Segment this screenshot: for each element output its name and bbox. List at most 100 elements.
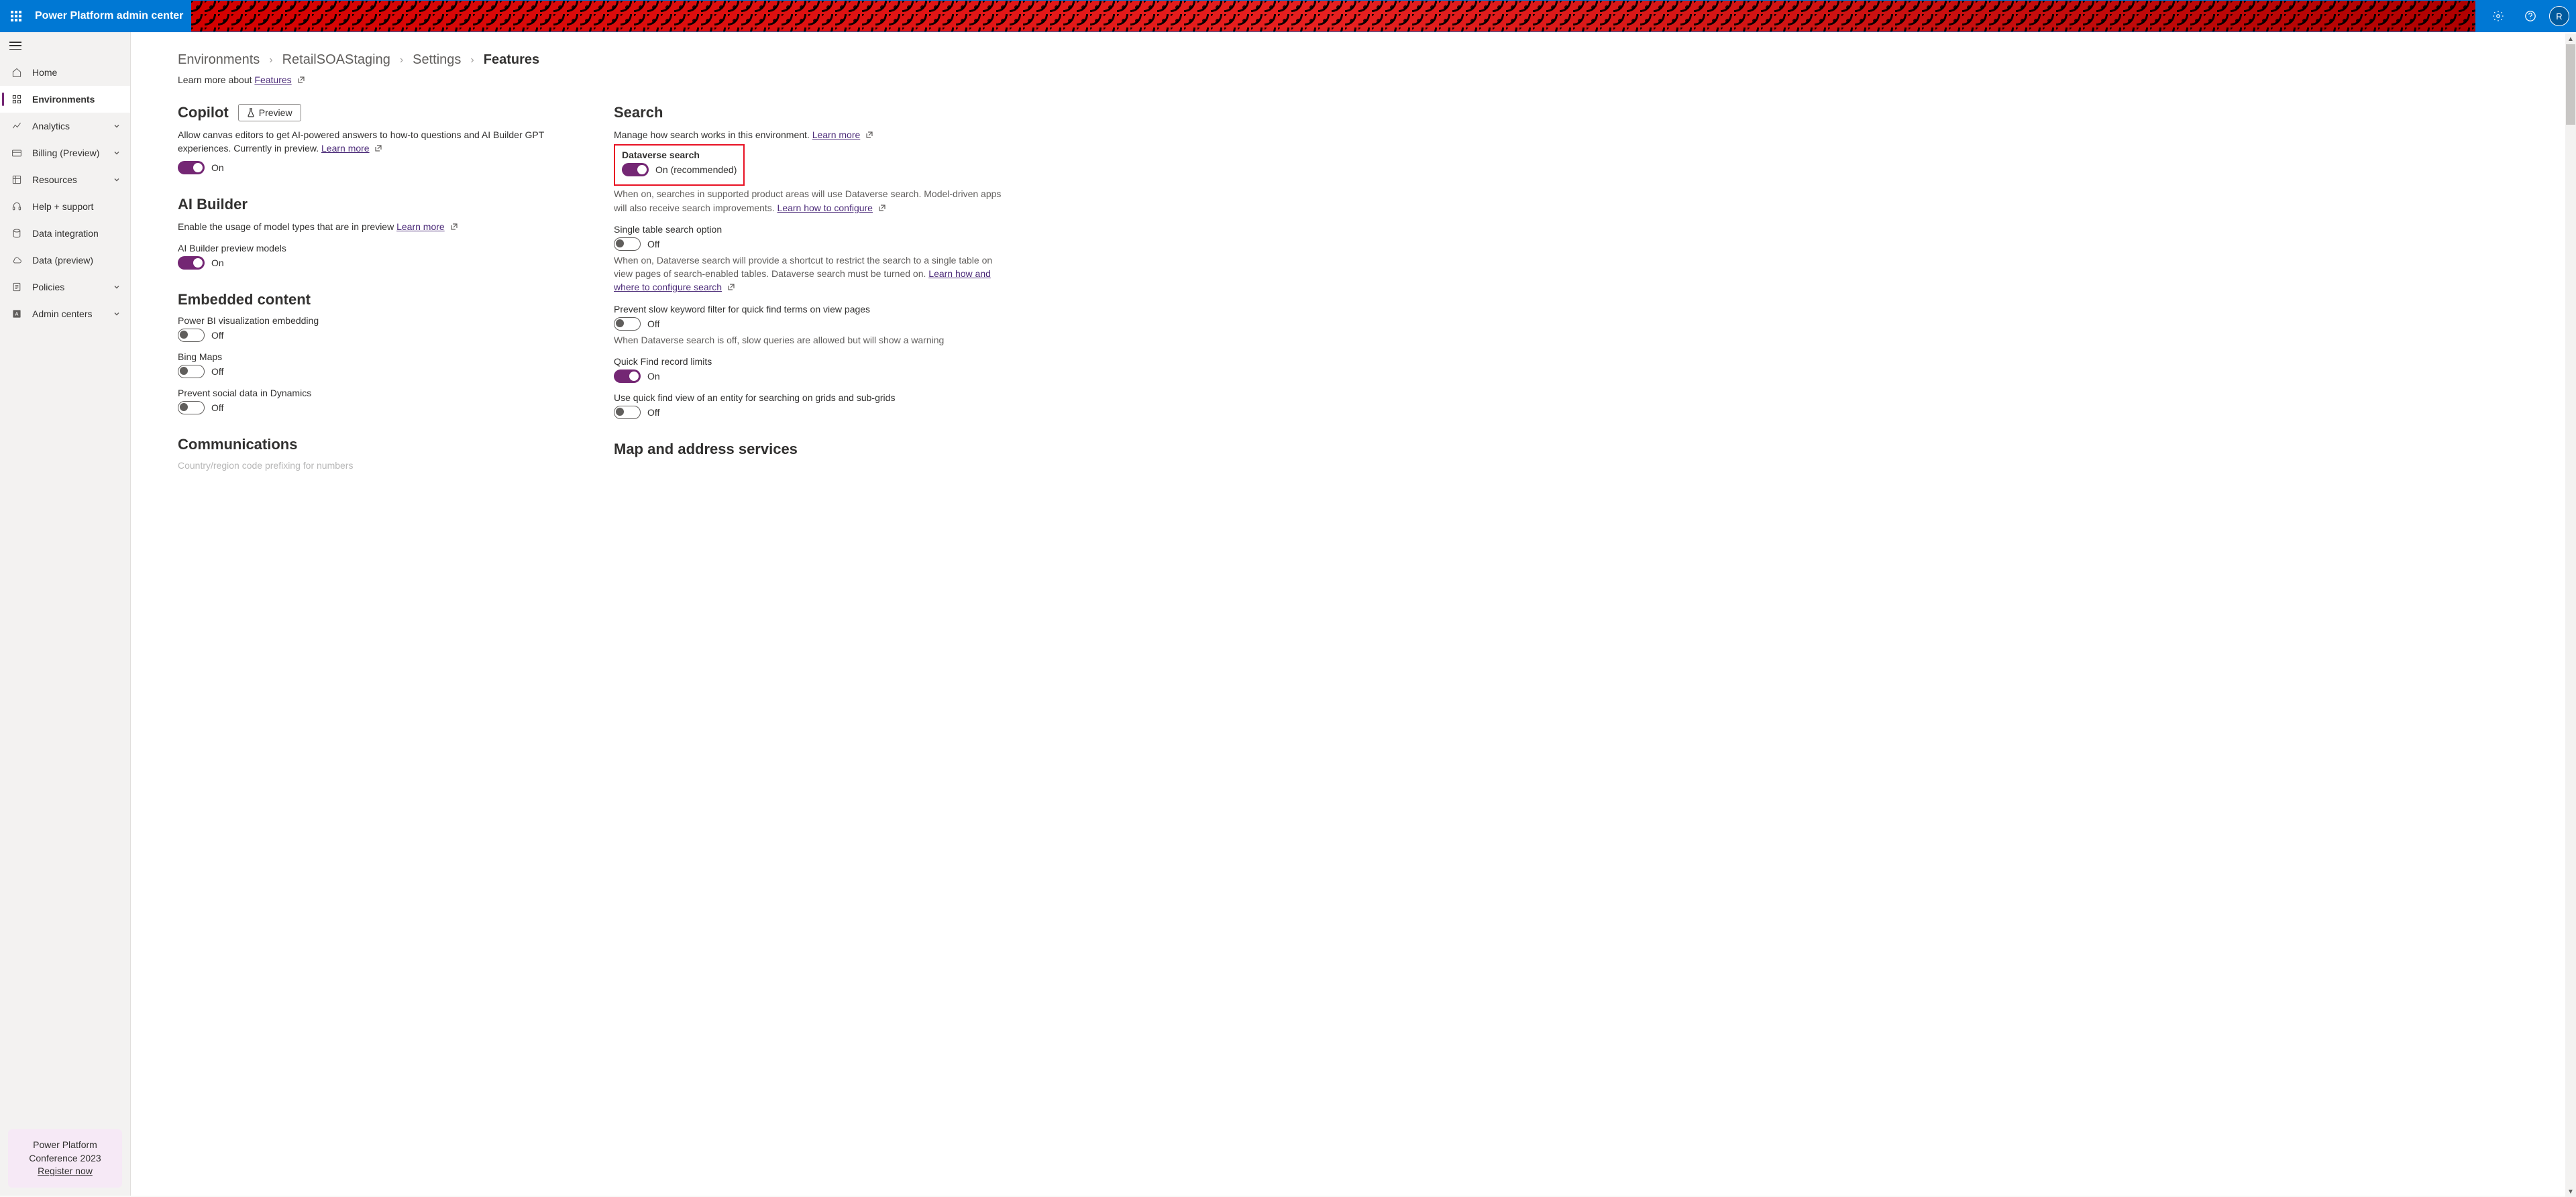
gear-icon [2492,10,2504,22]
preview-badge: Preview [238,104,301,121]
help-button[interactable] [2517,0,2544,32]
chevron-down-icon [113,149,122,157]
breadcrumb-environment-name[interactable]: RetailSOAStaging [282,52,390,68]
section-copilot: Copilot Preview Allow canvas editors to … [178,104,574,174]
setting-description: When Dataverse search is off, slow queri… [614,333,1010,347]
breadcrumb: Environments › RetailSOAStaging › Settin… [178,52,1010,68]
sidebar-item-home[interactable]: Home [0,59,130,86]
toggle-state: Off [647,319,659,329]
setting-label: Bing Maps [178,351,574,362]
app-launcher-button[interactable] [0,0,32,32]
setting-description: When on, searches in supported product a… [614,187,1010,215]
external-link-icon [297,76,305,84]
setting-label: Dataverse search [622,150,737,160]
section-title: Embedded content [178,291,311,308]
prevent-slow-keyword-toggle[interactable] [614,317,641,331]
external-link-icon [374,144,382,152]
chevron-down-icon [113,176,122,184]
promo-register-link[interactable]: Register now [38,1165,93,1176]
section-description: Enable the usage of model types that are… [178,220,574,233]
sidebar-item-billing[interactable]: Billing (Preview) [0,139,130,166]
setting-description: When on, Dataverse search will provide a… [614,253,1010,294]
search-learn-more-link[interactable]: Learn more [812,129,861,140]
sidebar-item-resources[interactable]: Resources [0,166,130,193]
breadcrumb-environments[interactable]: Environments [178,52,260,68]
headset-icon [11,201,23,212]
setting-label: Prevent social data in Dynamics [178,388,574,398]
external-link-icon [450,223,458,231]
single-table-search-toggle[interactable] [614,237,641,251]
section-map-address: Map and address services [614,441,1010,458]
setting-label: Single table search option [614,224,1010,235]
cloud-icon [11,255,23,266]
sidebar-label: Policies [32,282,103,292]
sidebar-item-policies[interactable]: Policies [0,274,130,300]
sidebar-item-data-preview[interactable]: Data (preview) [0,247,130,274]
sidebar: Home Environments Analytics Billing (Pre… [0,32,131,1196]
toggle-state: On (recommended) [655,164,737,175]
setting-label: Quick Find record limits [614,356,1010,367]
sidebar-collapse-button[interactable] [0,32,130,59]
sidebar-label: Environments [32,94,122,105]
toggle-state: Off [211,402,223,413]
scrollbar-thumb[interactable] [2566,44,2575,125]
top-header: Power Platform admin center R [0,0,2576,32]
hamburger-icon [9,42,21,50]
sidebar-label: Data (preview) [32,255,122,266]
section-title: Search [614,104,663,121]
bing-maps-toggle[interactable] [178,365,205,378]
setting-label: Prevent slow keyword filter for quick fi… [614,304,1010,315]
settings-button[interactable] [2485,0,2512,32]
quick-find-view-toggle[interactable] [614,406,641,419]
learn-more-features-link[interactable]: Features [254,74,291,85]
vertical-scrollbar[interactable]: ▲ ▼ [2565,34,2576,1197]
header-decorative-pattern [191,1,2475,32]
sidebar-item-analytics[interactable]: Analytics [0,113,130,139]
promo-card: Power Platform Conference 2023 Register … [8,1129,122,1188]
sidebar-item-environments[interactable]: Environments [0,86,130,113]
section-description: Manage how search works in this environm… [614,128,1010,141]
question-icon [2524,10,2536,22]
sidebar-label: Data integration [32,228,122,239]
scroll-down-arrow-icon[interactable]: ▼ [2565,1186,2576,1197]
copilot-learn-more-link[interactable]: Learn more [321,143,370,154]
toggle-state: Off [211,366,223,377]
aibuilder-learn-more-link[interactable]: Learn more [396,221,445,232]
section-embedded-content: Embedded content Power BI visualization … [178,291,574,414]
section-title: Map and address services [614,441,798,458]
user-avatar[interactable]: R [2549,6,2569,26]
powerbi-embedding-toggle[interactable] [178,329,205,342]
section-search: Search Manage how search works in this e… [614,104,1010,419]
breadcrumb-settings[interactable]: Settings [413,52,461,68]
admin-centers-icon: A [11,308,23,319]
beaker-icon [247,108,255,117]
external-link-icon [727,283,735,291]
dataverse-configure-link[interactable]: Learn how to configure [777,203,873,213]
prevent-social-data-toggle[interactable] [178,401,205,414]
sidebar-item-admin-centers[interactable]: A Admin centers [0,300,130,327]
aibuilder-preview-toggle[interactable] [178,256,205,270]
sidebar-item-data-integration[interactable]: Data integration [0,220,130,247]
learn-more-line: Learn more about Features [178,74,1010,85]
copilot-toggle[interactable] [178,161,205,174]
quick-find-limits-toggle[interactable] [614,369,641,383]
section-description: Allow canvas editors to get AI-powered a… [178,128,574,156]
dataverse-search-highlight: Dataverse search On (recommended) [614,144,745,186]
dataverse-search-toggle[interactable] [622,163,649,176]
chevron-down-icon [113,283,122,291]
toggle-state: Off [647,239,659,249]
scroll-up-arrow-icon[interactable]: ▲ [2565,34,2576,44]
sidebar-label: Admin centers [32,308,103,319]
setting-label: AI Builder preview models [178,243,574,253]
data-integration-icon [11,228,23,239]
sidebar-label: Home [32,67,122,78]
waffle-icon [11,11,21,21]
external-link-icon [878,204,886,212]
sidebar-label: Resources [32,174,103,185]
promo-line: Conference 2023 [15,1152,115,1165]
toggle-state: Off [647,407,659,418]
resources-icon [11,174,23,185]
chevron-down-icon [113,122,122,130]
policies-icon [11,282,23,292]
sidebar-item-help-support[interactable]: Help + support [0,193,130,220]
